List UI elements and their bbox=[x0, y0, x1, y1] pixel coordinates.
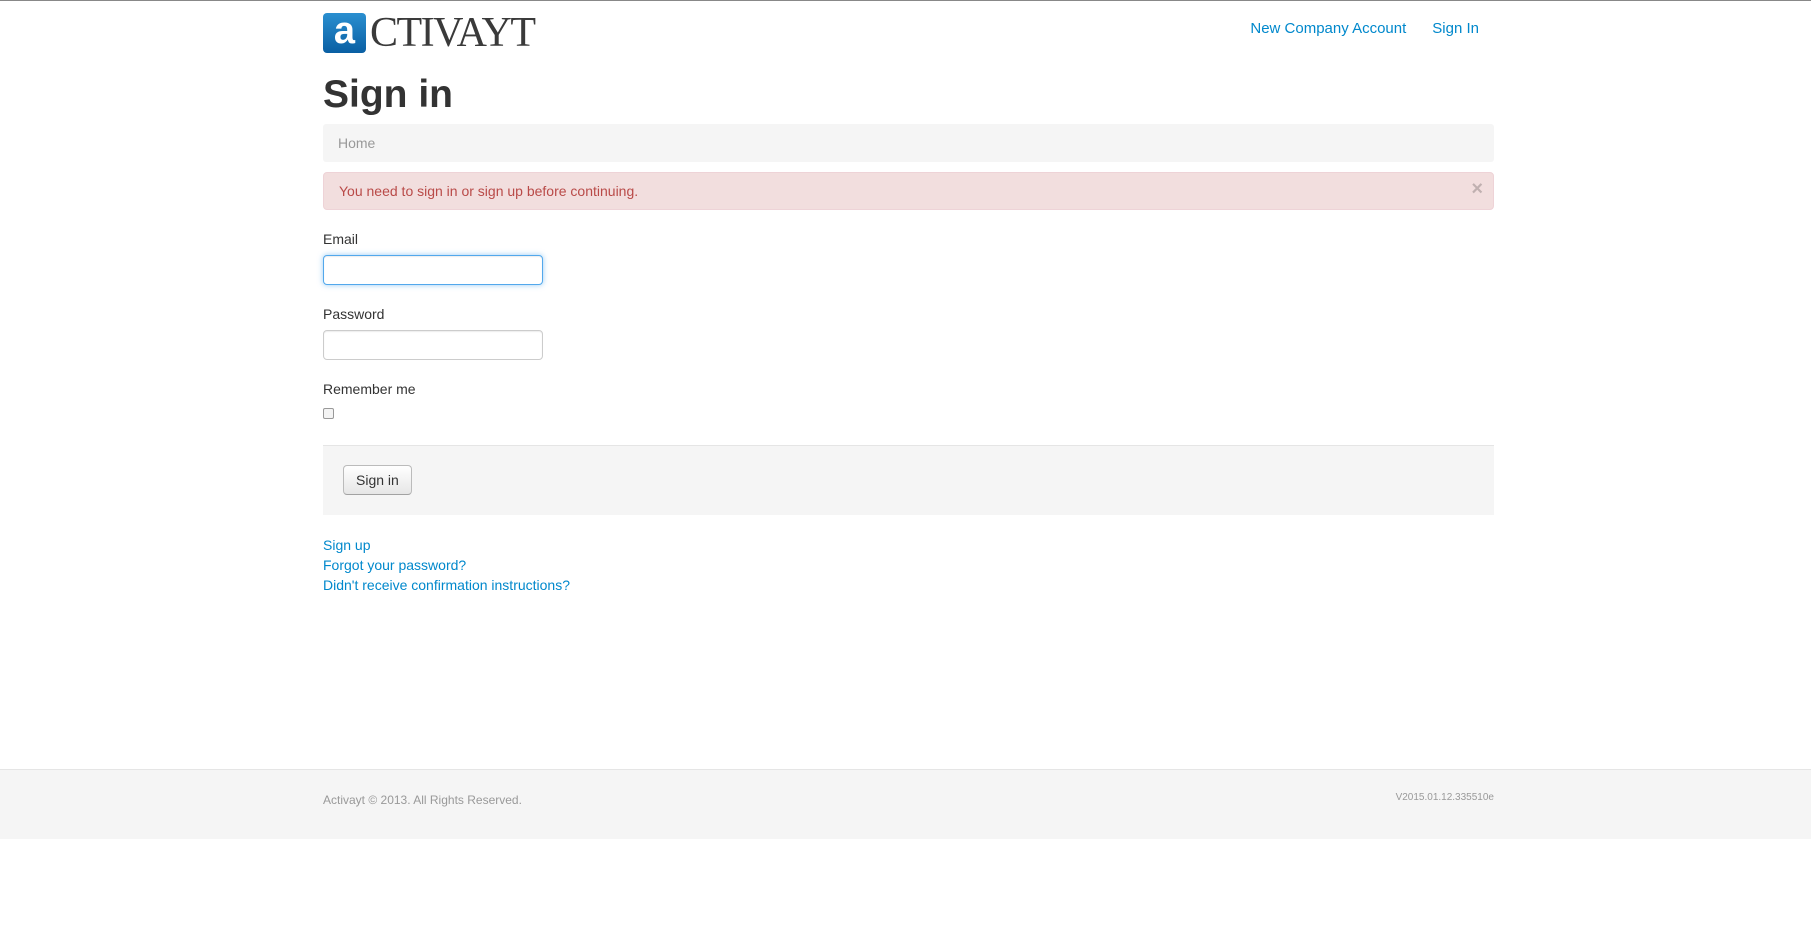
copyright-text: Activayt © 2013. All Rights Reserved. bbox=[323, 793, 522, 807]
sign-in-nav-link[interactable]: Sign In bbox=[1432, 20, 1479, 37]
logo-mark-icon: a bbox=[323, 12, 366, 53]
breadcrumb-home[interactable]: Home bbox=[338, 135, 375, 151]
form-actions: Sign in bbox=[323, 445, 1494, 515]
forgot-password-link[interactable]: Forgot your password? bbox=[323, 557, 466, 573]
close-icon[interactable]: × bbox=[1471, 179, 1483, 199]
resend-confirmation-link[interactable]: Didn't receive confirmation instructions… bbox=[323, 577, 570, 593]
new-company-account-link[interactable]: New Company Account bbox=[1250, 20, 1406, 37]
breadcrumb: Home bbox=[323, 124, 1494, 162]
email-label: Email bbox=[323, 231, 359, 247]
logo-text: CTIVAYT bbox=[370, 10, 536, 56]
version-text: V2015.01.12.335510e bbox=[1395, 792, 1494, 803]
email-field[interactable] bbox=[323, 255, 543, 285]
sign-up-link[interactable]: Sign up bbox=[323, 537, 370, 553]
page-title: Sign in bbox=[323, 73, 453, 116]
footer: Activayt © 2013. All Rights Reserved. V2… bbox=[0, 769, 1811, 839]
page-container: a CTIVAYT New Company Account Sign In Si… bbox=[323, 0, 1494, 593]
password-field[interactable] bbox=[323, 330, 543, 360]
remember-me-checkbox[interactable] bbox=[323, 408, 334, 419]
brand-logo[interactable]: a CTIVAYT bbox=[323, 10, 536, 56]
sign-in-button[interactable]: Sign in bbox=[343, 465, 412, 495]
top-nav: New Company Account Sign In bbox=[1250, 20, 1479, 37]
alert-message: You need to sign in or sign up before co… bbox=[339, 183, 639, 199]
auth-links: Sign up Forgot your password? Didn't rec… bbox=[323, 535, 570, 595]
error-alert: You need to sign in or sign up before co… bbox=[323, 172, 1494, 210]
password-label: Password bbox=[323, 306, 385, 322]
remember-me-label: Remember me bbox=[323, 381, 416, 397]
header: a CTIVAYT New Company Account Sign In bbox=[323, 0, 1494, 64]
